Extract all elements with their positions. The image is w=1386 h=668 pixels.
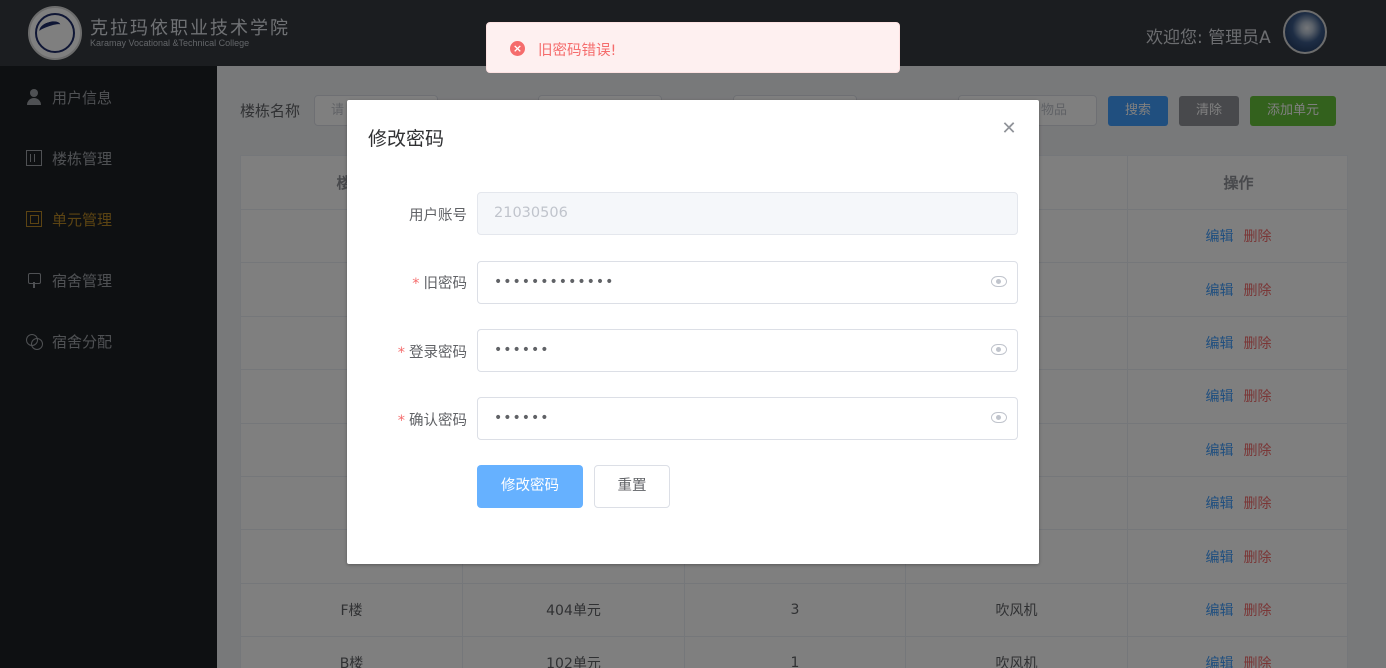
error-toast: × 旧密码错误! xyxy=(486,22,900,73)
confirm-password-field[interactable]: •••••• xyxy=(477,397,1018,440)
new-password-field[interactable]: •••••• xyxy=(477,329,1018,372)
account-label: 用户账号 xyxy=(409,208,467,224)
eye-icon[interactable] xyxy=(991,344,1007,355)
confirm-password-label: * 确认密码 xyxy=(397,413,467,429)
eye-icon[interactable] xyxy=(991,276,1007,287)
reset-button[interactable]: 重置 xyxy=(594,465,670,508)
eye-icon[interactable] xyxy=(991,412,1007,423)
old-password-label: * 旧密码 xyxy=(412,276,467,292)
dialog-title: 修改密码 xyxy=(368,128,445,150)
change-password-dialog: 修改密码 ✕ 用户账号 21030506 * 旧密码 ••••••••••••• … xyxy=(347,100,1039,564)
account-field: 21030506 xyxy=(477,192,1018,235)
new-password-label: * 登录密码 xyxy=(397,345,467,361)
old-password-field[interactable]: ••••••••••••• xyxy=(477,261,1018,304)
change-password-button[interactable]: 修改密码 xyxy=(477,465,583,508)
toast-message: 旧密码错误! xyxy=(538,43,617,59)
error-icon: × xyxy=(510,41,525,56)
close-icon[interactable]: ✕ xyxy=(1000,120,1018,138)
